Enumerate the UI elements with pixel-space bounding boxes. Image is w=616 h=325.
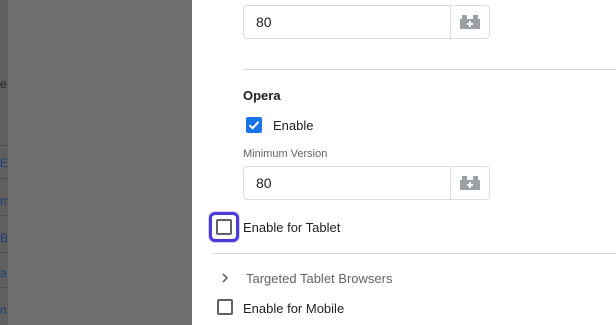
background-divider — [0, 287, 8, 288]
section-divider — [243, 69, 616, 70]
variable-picker-button[interactable] — [450, 6, 489, 38]
chevron-right-icon — [222, 273, 229, 283]
background-text-fragment: n — [0, 303, 7, 317]
min-version-field-previous — [243, 5, 490, 39]
background-divider — [0, 178, 8, 179]
tablet-enable-checkbox[interactable] — [216, 219, 232, 235]
puzzle-block-icon — [460, 176, 480, 190]
background-divider — [0, 145, 8, 146]
checkmark-icon — [248, 121, 260, 130]
background-text-fragment: B — [0, 231, 8, 245]
background-text-fragment: m — [0, 194, 8, 208]
variable-picker-button[interactable] — [450, 167, 489, 199]
min-version-input-previous[interactable] — [244, 6, 449, 38]
mobile-enable-label: Enable for Mobile — [243, 301, 345, 316]
tablet-enable-label: Enable for Tablet — [243, 220, 341, 235]
background-overlay[interactable]: e E m B a n — [0, 0, 192, 325]
background-divider — [0, 252, 8, 253]
puzzle-block-icon — [460, 15, 480, 29]
background-divider — [0, 215, 8, 216]
opera-min-version-input[interactable] — [244, 167, 449, 199]
background-text-fragment: e — [0, 77, 7, 91]
section-divider — [213, 253, 616, 254]
opera-min-version-field — [243, 166, 490, 200]
opera-enable-label: Enable — [273, 118, 314, 133]
opera-enable-checkbox[interactable] — [246, 117, 262, 133]
background-text-fragment: a — [0, 266, 7, 280]
opera-heading: Opera — [243, 88, 281, 103]
targeted-tablet-browsers-toggle[interactable]: Targeted Tablet Browsers — [218, 268, 616, 288]
mobile-enable-checkbox[interactable] — [217, 299, 233, 315]
background-text-fragment: E — [0, 156, 8, 170]
targeted-tablet-browsers-label: Targeted Tablet Browsers — [246, 270, 393, 286]
opera-min-version-label: Minimum Version — [243, 148, 328, 160]
